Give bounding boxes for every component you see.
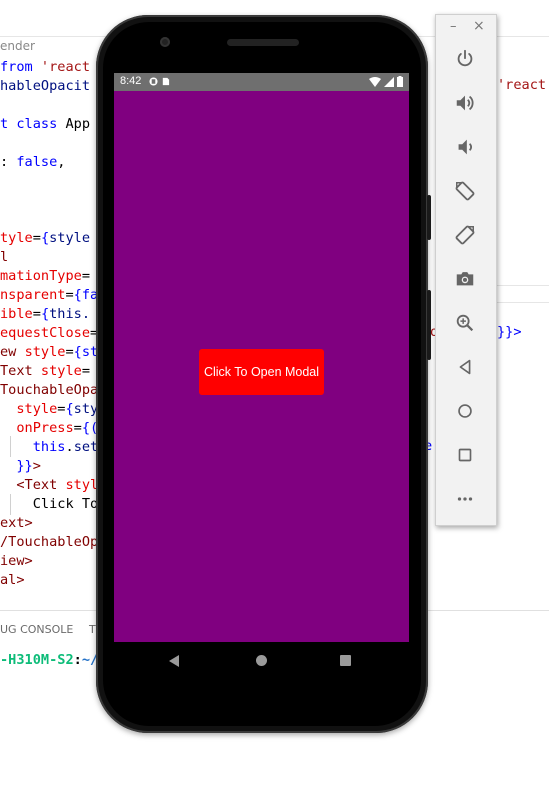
toolbar-titlebar: – × xyxy=(436,15,496,41)
sim-card-icon xyxy=(162,77,170,86)
volume-up-icon xyxy=(456,95,474,111)
terminal-host: -H310M-S2 xyxy=(0,652,74,668)
indent-guide xyxy=(10,494,11,515)
signal-icon xyxy=(383,77,394,87)
tab-terminal[interactable]: T xyxy=(89,623,96,636)
nav-home-icon[interactable] xyxy=(256,655,267,666)
zoom-icon xyxy=(456,314,474,332)
rotate-left-button[interactable] xyxy=(451,177,479,205)
code-line: al> xyxy=(0,572,25,588)
terminal-prompt[interactable]: -H310M-S2:~/ xyxy=(0,652,98,668)
code-line: from 'react xyxy=(0,59,91,75)
code-line: l xyxy=(0,249,9,265)
emulator-toolbar: – × xyxy=(435,14,497,526)
code-line: mationType= xyxy=(0,268,91,284)
screenshot-button[interactable] xyxy=(451,265,479,293)
status-right-icons xyxy=(368,76,403,90)
code-line: <Text styl xyxy=(16,477,99,493)
code-fragment-braces: }}> xyxy=(497,324,522,340)
code-line: Text style= xyxy=(0,363,91,379)
code-line: this.set xyxy=(32,439,99,455)
close-button[interactable]: × xyxy=(473,18,485,34)
device-screen[interactable]: 8:42 Click To Open Modal xyxy=(114,73,409,642)
side-button-volume xyxy=(427,290,431,360)
side-button-power xyxy=(427,195,431,240)
home-circle-icon xyxy=(458,404,472,418)
status-time: 8:42 xyxy=(120,75,142,87)
code-line: nsparent={fa xyxy=(0,287,99,303)
code-line: }}> xyxy=(16,458,41,474)
nav-back-icon[interactable] xyxy=(169,655,179,667)
breadcrumb: ender xyxy=(0,39,35,53)
terminal-separator: : xyxy=(73,652,82,668)
wifi-icon xyxy=(368,77,381,87)
code-line: equestClose= xyxy=(0,325,99,341)
code-line: Click To xyxy=(0,496,99,512)
overview-square-icon xyxy=(458,448,472,462)
home-button[interactable] xyxy=(451,397,479,425)
rotate-left-icon xyxy=(455,181,475,201)
notification-icon xyxy=(149,77,158,86)
code-line: style={sty xyxy=(16,401,99,417)
front-camera-icon xyxy=(160,37,170,47)
tab-debug-console[interactable]: UG CONSOLE xyxy=(0,623,73,636)
power-button[interactable] xyxy=(451,45,479,73)
back-triangle-icon xyxy=(459,359,471,375)
code-line: /TouchableOp xyxy=(0,534,99,550)
power-icon xyxy=(457,49,473,67)
android-nav-bar xyxy=(114,642,409,680)
camera-icon xyxy=(456,272,474,286)
minimize-button[interactable]: – xyxy=(450,19,457,34)
code-line: onPress={( xyxy=(16,420,99,436)
code-line: TouchableOpa xyxy=(0,382,99,398)
code-line: hableOpacit xyxy=(0,78,91,94)
code-line: : false, xyxy=(0,154,66,170)
overview-button[interactable] xyxy=(451,441,479,469)
code-line: t class App xyxy=(0,116,91,132)
code-line: ible={this. xyxy=(0,306,91,322)
earpiece-speaker xyxy=(227,39,299,46)
rotate-right-button[interactable] xyxy=(451,221,479,249)
editor-divider xyxy=(495,285,549,286)
back-button[interactable] xyxy=(451,353,479,381)
code-line: tyle={style xyxy=(0,230,91,246)
battery-icon xyxy=(397,76,403,87)
volume-up-button[interactable] xyxy=(451,89,479,117)
editor-divider xyxy=(495,302,549,303)
nav-recents-icon[interactable] xyxy=(340,655,351,666)
volume-down-icon xyxy=(458,139,472,155)
code-line: ext> xyxy=(0,515,33,531)
code-line: ew style={st xyxy=(0,344,99,360)
more-dots-icon xyxy=(457,497,473,501)
rotate-right-icon xyxy=(455,225,475,245)
volume-down-button[interactable] xyxy=(451,133,479,161)
code-area[interactable]: from 'react hableOpacit t class App : false… xyxy=(0,58,98,590)
status-bar: 8:42 xyxy=(114,73,409,91)
open-modal-button[interactable]: Click To Open Modal xyxy=(199,349,324,395)
more-button[interactable] xyxy=(451,485,479,513)
code-line: iew> xyxy=(0,553,33,569)
zoom-button[interactable] xyxy=(451,309,479,337)
indent-guide xyxy=(10,436,11,457)
code-fragment-import: 'react xyxy=(497,77,547,93)
